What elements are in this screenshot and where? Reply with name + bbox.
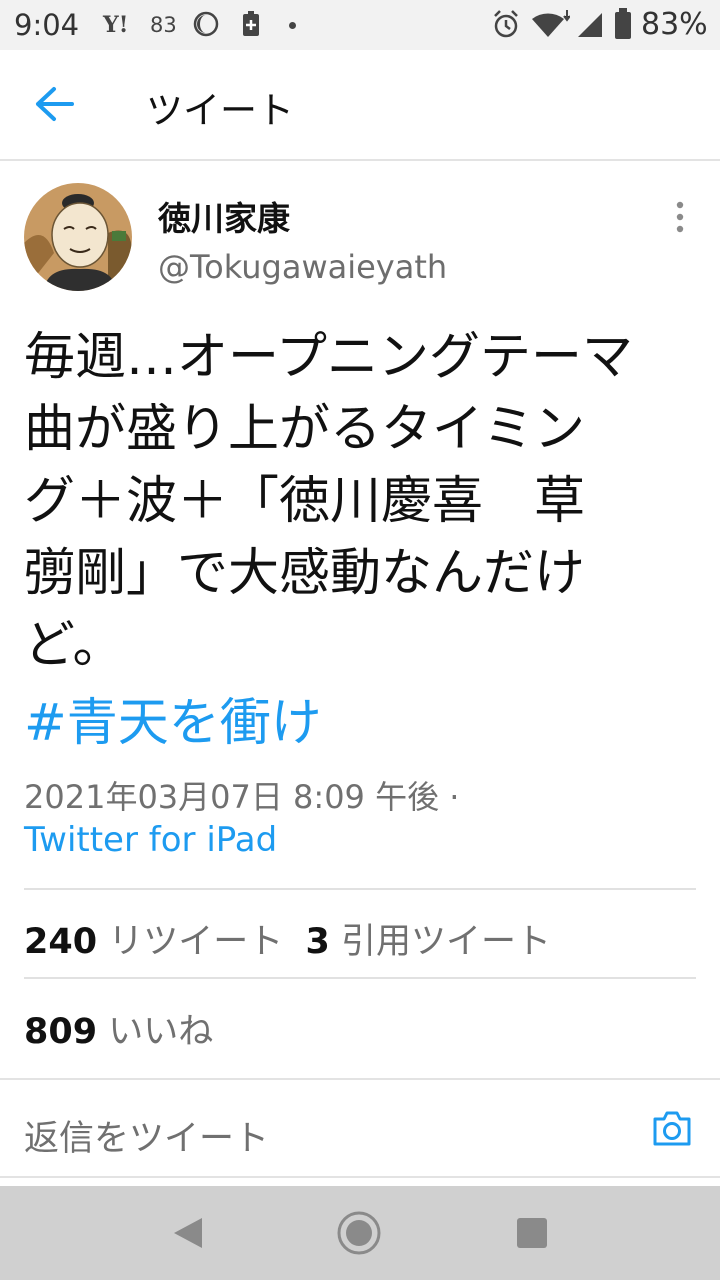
author-handle[interactable]: @Tokugawaieyath — [158, 248, 447, 286]
back-arrow-icon[interactable] — [34, 86, 76, 122]
reply-composer[interactable]: 返信をツイート — [0, 1078, 720, 1178]
battery-percent: 83% — [641, 7, 708, 42]
likes-link[interactable]: 809 いいね — [24, 1003, 213, 1054]
notification-count: 83 — [150, 13, 177, 37]
hashtag-link[interactable]: #青天を衝け — [24, 681, 322, 755]
divider — [24, 888, 696, 890]
battery-saver-icon — [243, 11, 259, 36]
status-bar: 9:04 Y! 83 83% — [0, 0, 720, 50]
likes-count: 809 — [24, 1012, 98, 1052]
notification-dot — [289, 22, 296, 29]
nav-home-icon[interactable] — [336, 1210, 382, 1256]
tweet-line: 毎週…オープニングテーマ — [24, 328, 633, 387]
camera-icon[interactable] — [651, 1108, 693, 1148]
tweet-source-link[interactable]: Twitter for iPad — [24, 820, 277, 860]
quotes-count: 3 — [305, 922, 330, 962]
nav-back-icon[interactable] — [172, 1216, 204, 1250]
nav-recents-icon[interactable] — [516, 1217, 548, 1249]
more-vertical-icon[interactable] — [668, 200, 692, 234]
yahoo-icon: Y! — [103, 12, 129, 38]
tweet-timestamp: 2021年03月07日 8:09 午後 · — [24, 778, 460, 816]
quotes-label: 引用ツイート — [340, 922, 551, 962]
reply-input[interactable]: 返信をツイート — [24, 1110, 269, 1161]
author-name[interactable]: 徳川家康 — [158, 192, 290, 240]
tweet-text: 毎週…オープニングテーマ 曲が盛り上がるタイミン グ＋波＋「徳川慶喜 草 彅剛」… — [24, 322, 704, 682]
quotes-link[interactable]: 3 引用ツイート — [305, 922, 551, 962]
battery-icon — [615, 8, 631, 39]
tweet-line: 彅剛」で大感動なんだけ — [24, 544, 586, 603]
status-time: 9:04 — [14, 8, 80, 42]
wifi-icon — [532, 10, 570, 38]
avatar[interactable] — [24, 183, 132, 291]
signal-icon — [578, 13, 602, 37]
moon-icon — [193, 11, 219, 37]
app-bar: ツイート — [0, 50, 720, 161]
retweets-label: リツイート — [108, 922, 284, 962]
tweet-line: ど。 — [24, 616, 124, 675]
retweet-stats: 240 リツイート 3 引用ツイート — [24, 913, 551, 964]
retweets-link[interactable]: 240 リツイート — [24, 922, 283, 962]
alarm-icon — [494, 10, 518, 38]
retweets-count: 240 — [24, 922, 98, 962]
likes-label: いいね — [108, 1012, 214, 1052]
page-title: ツイート — [146, 89, 294, 132]
tweet-line: 曲が盛り上がるタイミン — [24, 400, 586, 459]
navigation-bar — [0, 1186, 720, 1280]
tweet-line: グ＋波＋「徳川慶喜 草 — [24, 472, 586, 531]
divider — [24, 977, 696, 979]
